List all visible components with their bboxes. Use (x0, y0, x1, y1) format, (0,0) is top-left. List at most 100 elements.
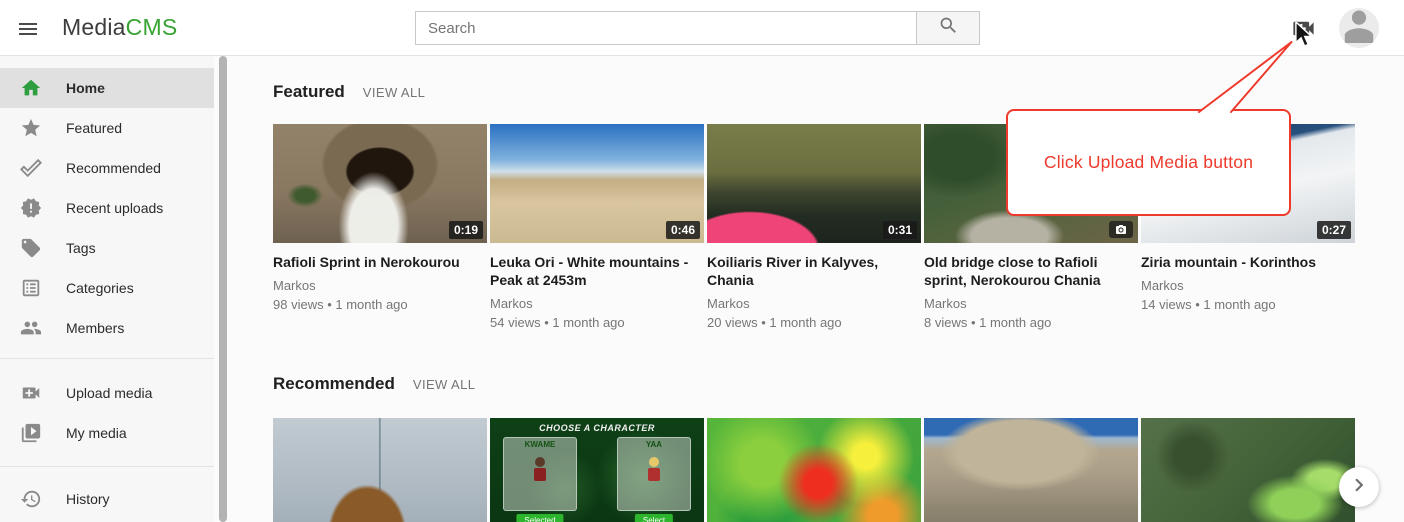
upload-media-button[interactable] (1290, 15, 1317, 42)
camera-icon (1109, 221, 1133, 238)
thumbnail-text: CHOOSE A CHARACTER (490, 423, 704, 433)
history-clock-icon (20, 488, 42, 510)
video-camera-plus-icon (20, 382, 42, 404)
user-avatar[interactable] (1339, 8, 1379, 48)
character-sprite (534, 457, 546, 481)
media-author[interactable]: Markos (490, 296, 704, 311)
media-card[interactable]: CHOOSE A CHARACTER KWAME Selected YAA (490, 418, 704, 522)
sidebar-item-label: Recent uploads (66, 200, 163, 216)
media-card[interactable]: 0:19 Rafioli Sprint in Nerokourou Markos… (273, 124, 487, 330)
thumbnail-text: Select (635, 514, 673, 522)
star-icon (20, 117, 42, 139)
media-title[interactable]: Ziria mountain - Korinthos (1141, 253, 1347, 271)
search-bar (415, 11, 980, 45)
sidebar-item-label: Featured (66, 120, 122, 136)
media-author[interactable]: Markos (273, 278, 487, 293)
header-actions (1290, 0, 1379, 56)
media-card[interactable] (924, 418, 1138, 522)
sidebar-item-members[interactable]: Members (0, 308, 214, 348)
sidebar-item-label: Home (66, 80, 105, 96)
search-input[interactable] (415, 11, 917, 45)
tag-icon (20, 237, 42, 259)
video-thumbnail[interactable]: 0:19 (273, 124, 487, 243)
video-library-icon (20, 422, 42, 444)
video-thumbnail[interactable]: CHOOSE A CHARACTER KWAME Selected YAA (490, 418, 704, 522)
recommended-cards-row: CHOOSE A CHARACTER KWAME Selected YAA (273, 418, 1359, 522)
sidebar-item-home[interactable]: Home (0, 68, 214, 108)
media-card[interactable] (707, 418, 921, 522)
person-silhouette-icon (1340, 8, 1378, 48)
sidebar-item-label: Members (66, 320, 124, 336)
sidebar-item-label: Tags (66, 240, 96, 256)
media-title[interactable]: Rafioli Sprint in Nerokourou (273, 253, 479, 271)
thumbnail-panel: KWAME Selected (503, 437, 577, 511)
character-sprite (648, 457, 660, 481)
sidebar-scrollbar[interactable] (219, 56, 227, 522)
thumbnail-text: Selected (516, 514, 563, 522)
sidebar-item-label: My media (66, 425, 127, 441)
sidebar-item-label: Categories (66, 280, 134, 296)
featured-view-all-link[interactable]: VIEW ALL (363, 85, 425, 100)
media-title[interactable]: Leuka Ori - White mountains - Peak at 24… (490, 253, 696, 289)
video-thumbnail[interactable] (924, 418, 1138, 522)
section-title-recommended: Recommended (273, 374, 395, 394)
mediacms-logo[interactable]: MediaCMS (62, 14, 177, 41)
media-meta: 20 views • 1 month ago (707, 315, 921, 330)
logo-media-text: Media (62, 14, 126, 40)
media-card[interactable]: 0:31 Koiliaris River in Kalyves, Chania … (707, 124, 921, 330)
search-button[interactable] (917, 11, 980, 45)
media-meta: 98 views • 1 month ago (273, 297, 487, 312)
video-thumbnail[interactable] (707, 418, 921, 522)
magnifier-icon (938, 15, 959, 41)
thumbnail-text: YAA (618, 440, 690, 449)
sidebar-item-recommended[interactable]: Recommended (0, 148, 214, 188)
list-alt-icon (20, 277, 42, 299)
video-thumbnail[interactable]: 0:46 (490, 124, 704, 243)
chevron-right-icon (1346, 472, 1372, 503)
annotation-callout: Click Upload Media button (1006, 109, 1291, 216)
sidebar-item-categories[interactable]: Categories (0, 268, 214, 308)
duration-badge: 0:27 (1317, 221, 1351, 239)
people-icon (20, 317, 42, 339)
sidebar: Home Featured Recommended Recent uploads… (0, 56, 214, 522)
media-meta: 14 views • 1 month ago (1141, 297, 1355, 312)
sidebar-item-history[interactable]: History (0, 479, 214, 519)
logo-cms-text: CMS (126, 14, 178, 40)
recommended-view-all-link[interactable]: VIEW ALL (413, 377, 475, 392)
thumbnail-panel: YAA Select (617, 437, 691, 511)
annotation-text: Click Upload Media button (1044, 152, 1253, 173)
video-thumbnail[interactable] (1141, 418, 1355, 522)
featured-section-header: Featured VIEW ALL (273, 82, 1359, 102)
duration-badge: 0:46 (666, 221, 700, 239)
done-outline-icon (20, 157, 42, 179)
media-author[interactable]: Markos (924, 296, 1138, 311)
sidebar-item-upload-media[interactable]: Upload media (0, 373, 214, 413)
video-thumbnail[interactable] (273, 418, 487, 522)
media-card[interactable] (273, 418, 487, 522)
sidebar-item-featured[interactable]: Featured (0, 108, 214, 148)
sidebar-item-label: Upload media (66, 385, 152, 401)
media-author[interactable]: Markos (707, 296, 921, 311)
sidebar-item-label: History (66, 491, 110, 507)
thumbnail-text: KWAME (504, 440, 576, 449)
media-meta: 54 views • 1 month ago (490, 315, 704, 330)
media-author[interactable]: Markos (1141, 278, 1355, 293)
sidebar-item-recent-uploads[interactable]: Recent uploads (0, 188, 214, 228)
carousel-next-button[interactable] (1339, 467, 1379, 507)
sidebar-item-tags[interactable]: Tags (0, 228, 214, 268)
video-thumbnail[interactable]: 0:31 (707, 124, 921, 243)
top-bar: MediaCMS (0, 0, 1404, 56)
duration-badge: 0:19 (449, 221, 483, 239)
home-icon (20, 77, 42, 99)
media-card[interactable] (1141, 418, 1355, 522)
media-title[interactable]: Old bridge close to Rafioli sprint, Nero… (924, 253, 1130, 289)
sidebar-item-my-media[interactable]: My media (0, 413, 214, 453)
media-card[interactable]: 0:46 Leuka Ori - White mountains - Peak … (490, 124, 704, 330)
media-title[interactable]: Koiliaris River in Kalyves, Chania (707, 253, 913, 289)
section-title-featured: Featured (273, 82, 345, 102)
recommended-section-header: Recommended VIEW ALL (273, 374, 1359, 394)
hamburger-menu-icon[interactable] (16, 17, 40, 41)
sidebar-item-label: Recommended (66, 160, 161, 176)
video-camera-plus-icon (1290, 29, 1317, 46)
new-releases-icon (20, 197, 42, 219)
